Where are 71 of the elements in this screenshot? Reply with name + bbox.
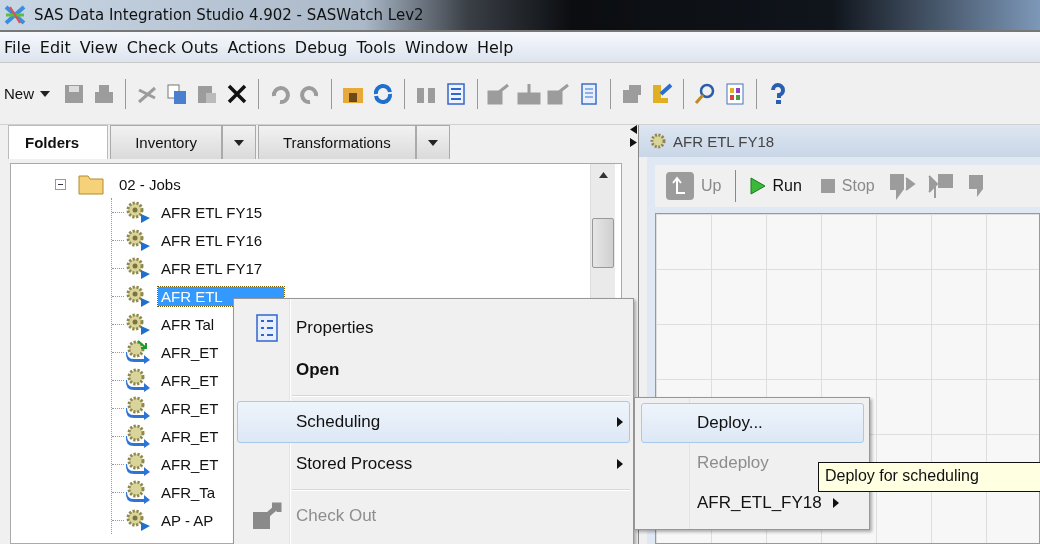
list-icon[interactable] (444, 81, 468, 106)
tree-item[interactable]: AFR_ET (158, 398, 222, 418)
tree-item[interactable]: AFR_Ta (158, 482, 219, 502)
play-icon (750, 177, 767, 195)
gear-arrow-icon (124, 452, 152, 476)
folder-arrow-icon (252, 502, 282, 530)
menu-item[interactable]: Scheduling (237, 401, 630, 443)
tree-item[interactable]: AP - AP (158, 510, 217, 530)
tree-item[interactable]: AFR ETL FY16 (158, 230, 266, 250)
scroll-up-icon[interactable] (598, 172, 608, 178)
menu-item[interactable]: Debug (294, 37, 348, 57)
new-button[interactable]: New (4, 85, 56, 102)
tree-item[interactable]: AFR ETL FY17 (158, 258, 266, 278)
tab-dropdown-button[interactable] (221, 125, 256, 159)
tree-item[interactable]: AFR_ET (158, 426, 222, 446)
tooltip: Deploy for scheduling (818, 462, 1040, 492)
gear-arrow-icon (124, 424, 152, 448)
tree-item[interactable]: AFR_ET (158, 454, 222, 474)
menu-item[interactable]: Check Outs (126, 37, 219, 57)
gear-arrow-icon (124, 480, 152, 504)
tab[interactable]: Inventory (110, 125, 222, 159)
search-icon[interactable] (693, 81, 717, 106)
gear-icon (124, 200, 152, 224)
gear-icon (649, 132, 667, 150)
menu-item[interactable]: Stored Process (237, 443, 630, 485)
submenu-arrow-icon (833, 498, 839, 508)
gear-icon (124, 284, 152, 308)
tab-dropdown-button[interactable] (415, 125, 450, 159)
gear-arrow-icon (124, 340, 152, 364)
menu-item[interactable]: Actions (227, 37, 286, 57)
menu-item[interactable]: Properties (237, 307, 630, 349)
menu-item[interactable]: Edit (39, 37, 71, 57)
window-title: SAS Data Integration Studio 4.902 - SASWatch Lev2 (34, 6, 424, 24)
submenu-arrow-icon (617, 417, 623, 427)
app-logo-icon (4, 5, 26, 25)
folder-icon (78, 173, 104, 195)
chart-document-icon[interactable] (723, 81, 747, 106)
collapse-icon[interactable] (55, 178, 66, 190)
tree-item[interactable]: AFR_ET (158, 342, 222, 362)
scrollbar-thumb[interactable] (592, 218, 614, 268)
list-icon (256, 314, 278, 342)
gear-icon (124, 256, 152, 280)
tree-item[interactable]: AFR ETL FY15 (158, 202, 266, 222)
menu-item[interactable]: Deploy... (641, 403, 864, 443)
caret-icon (233, 139, 244, 146)
tab[interactable]: Folders (8, 125, 109, 159)
caret-icon (427, 139, 438, 146)
menu-item[interactable]: Tools (356, 37, 396, 57)
run-button[interactable]: Run (746, 177, 806, 195)
tree-item[interactable]: AFR Tal (158, 314, 218, 334)
gear-arrow-icon (124, 368, 152, 392)
menu-item[interactable]: View (79, 37, 118, 57)
copy-icon[interactable] (165, 81, 189, 106)
menu-item[interactable]: Open (237, 349, 630, 391)
caret-icon (40, 90, 50, 97)
gear-arrow-icon (124, 396, 152, 420)
gear-icon (124, 508, 152, 532)
gear-icon (124, 312, 152, 336)
export-icon[interactable] (650, 81, 674, 106)
submenu-arrow-icon (617, 459, 623, 469)
tree-item[interactable]: AFR_ET (158, 370, 222, 390)
menu-item[interactable]: Window (404, 37, 468, 57)
editor-title: AFR ETL FY18 (673, 132, 775, 150)
refresh-icon[interactable] (371, 81, 395, 106)
stop-icon (819, 178, 836, 194)
tab[interactable]: Transformations (257, 125, 416, 159)
tree-item[interactable]: 02 - Jobs (116, 174, 184, 194)
splitter-arrows-icon[interactable] (630, 125, 637, 147)
gear-icon (124, 228, 152, 252)
menu-item[interactable]: Help (477, 37, 514, 57)
menu-item[interactable]: File (4, 37, 31, 57)
